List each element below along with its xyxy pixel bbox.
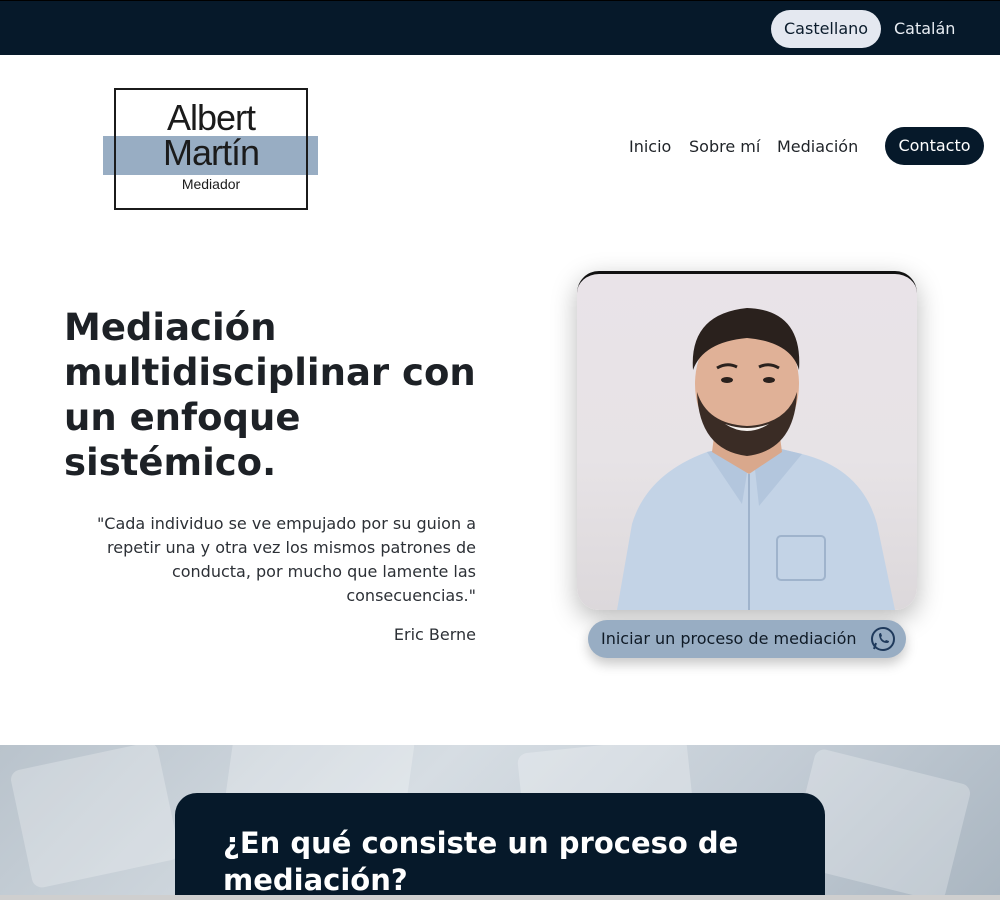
language-catalan-button[interactable]: Catalán: [881, 10, 968, 48]
nav-item-sobre-mi[interactable]: Sobre mí: [689, 136, 760, 158]
profile-photo: [577, 271, 917, 610]
hero-quote: "Cada individuo se ve empujado por su gu…: [96, 514, 476, 605]
logo-last-name: Martín: [162, 132, 260, 173]
hero-title: Mediación multidisciplinar con un enfoqu…: [64, 306, 476, 484]
language-bar: Castellano Catalán: [0, 0, 1000, 55]
section-title: ¿En qué consiste un proceso de mediación…: [223, 826, 739, 897]
nav-item-inicio[interactable]: Inicio: [629, 136, 671, 158]
start-mediation-button[interactable]: Iniciar un proceso de mediación: [588, 620, 906, 658]
whatsapp-icon: [871, 627, 895, 651]
nav-contact-button[interactable]: Contacto: [885, 127, 984, 165]
language-castellano-button[interactable]: Castellano: [771, 10, 881, 48]
horizontal-scrollbar[interactable]: [0, 895, 1000, 900]
nav-item-mediacion[interactable]: Mediación: [777, 136, 858, 158]
logo-subtitle: Mediador: [181, 176, 241, 192]
start-mediation-label: Iniciar un proceso de mediación: [601, 629, 857, 648]
hero-quote-author: Eric Berne: [393, 625, 476, 644]
